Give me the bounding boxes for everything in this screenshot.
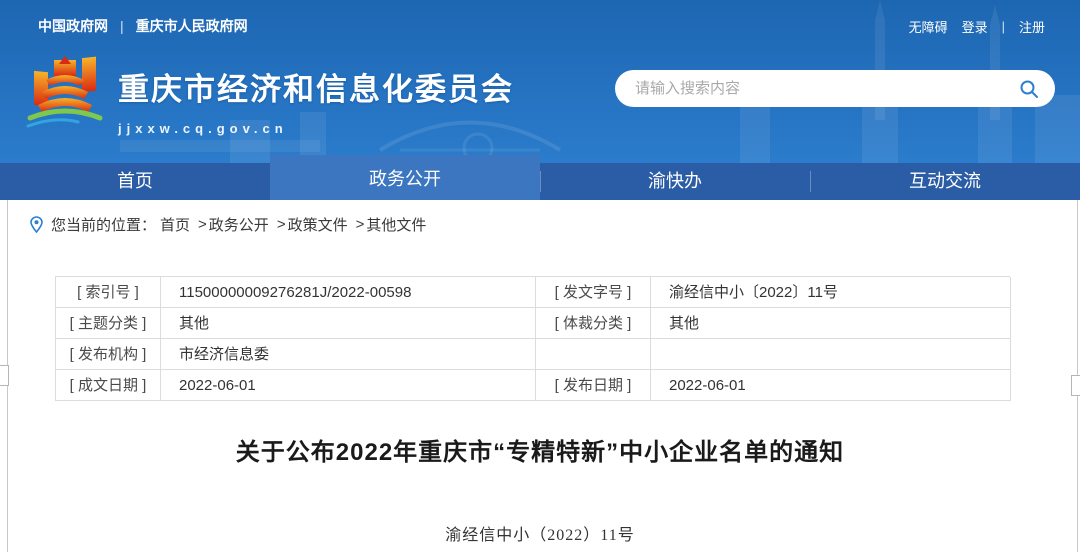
meta-value-issuing-agency: 市经济信息委 (161, 339, 536, 370)
gov-links: 中国政府网 | 重庆市人民政府网 (38, 16, 248, 36)
nav-tab-yukuaiban[interactable]: 渝快办 (540, 163, 810, 200)
breadcrumb-separator: > (198, 216, 207, 233)
meta-label-publish-date: [ 发布日期 ] (536, 370, 651, 401)
breadcrumb-separator: > (277, 216, 286, 233)
meta-value-empty (651, 339, 1011, 370)
main-nav: 首页 政务公开 渝快办 互动交流 (0, 163, 1080, 200)
document-meta-table: [ 索引号 ] 11500000009276281J/2022-00598 [ … (55, 276, 1010, 401)
meta-value-index-number: 11500000009276281J/2022-00598 (161, 277, 536, 308)
brand-text: 重庆市经济和信息化委员会 jjxxw.cq.gov.cn (118, 56, 514, 136)
article-doc-number: 渝经信中小（2022）11号 (0, 521, 1080, 545)
site-logo-icon (26, 56, 104, 138)
meta-label-genre-category: [ 体裁分类 ] (536, 308, 651, 339)
breadcrumb-item-policy-files[interactable]: 政策文件 (288, 214, 348, 235)
meta-label-doc-symbol: [ 发文字号 ] (536, 277, 651, 308)
meta-value-written-date: 2022-06-01 (161, 370, 536, 401)
accessibility-link[interactable]: 无障碍 (909, 17, 948, 36)
article-title: 关于公布2022年重庆市“专精特新”中小企业名单的通知 (0, 432, 1080, 467)
meta-value-topic-category: 其他 (161, 308, 536, 339)
search-icon[interactable] (1019, 79, 1039, 99)
page-content: 您当前的位置： 首页 > 政务公开 > 政策文件 > 其他文件 [ 索引号 ] … (0, 200, 1080, 552)
nav-tab-home[interactable]: 首页 (0, 163, 270, 200)
location-pin-icon (30, 216, 43, 233)
breadcrumb-item-home[interactable]: 首页 (160, 214, 190, 235)
meta-value-genre-category: 其他 (651, 308, 1011, 339)
site-title: 重庆市经济和信息化委员会 (118, 64, 514, 109)
meta-label-topic-category: [ 主题分类 ] (56, 308, 161, 339)
breadcrumb-prefix: 您当前的位置： (51, 214, 156, 235)
site-search (615, 70, 1055, 107)
site-header: 中国政府网 | 重庆市人民政府网 无障碍 登录 | 注册 (0, 0, 1080, 163)
topbar-divider: | (120, 18, 124, 34)
search-input[interactable] (635, 80, 1019, 97)
site-url: jjxxw.cq.gov.cn (118, 121, 514, 136)
right-edge-handle (1071, 375, 1080, 396)
breadcrumb-item-other-files[interactable]: 其他文件 (366, 214, 426, 235)
meta-label-written-date: [ 成文日期 ] (56, 370, 161, 401)
account-links: 无障碍 登录 | 注册 (909, 17, 1045, 36)
site-brand[interactable]: 重庆市经济和信息化委员会 jjxxw.cq.gov.cn (26, 56, 514, 138)
nav-tab-gov-disclosure[interactable]: 政务公开 (270, 155, 540, 200)
meta-value-publish-date: 2022-06-01 (651, 370, 1011, 401)
meta-value-doc-symbol: 渝经信中小〔2022〕11号 (651, 277, 1011, 308)
meta-label-empty (536, 339, 651, 370)
breadcrumb-separator: > (356, 216, 365, 233)
top-link-bar: 中国政府网 | 重庆市人民政府网 无障碍 登录 | 注册 (38, 16, 1045, 36)
meta-label-index-number: [ 索引号 ] (56, 277, 161, 308)
register-link[interactable]: 注册 (1019, 17, 1045, 36)
link-china-gov[interactable]: 中国政府网 (38, 16, 108, 36)
left-edge-handle (0, 365, 9, 386)
login-link[interactable]: 登录 (962, 17, 988, 36)
topbar-divider: | (1002, 19, 1005, 34)
breadcrumb: 您当前的位置： 首页 > 政务公开 > 政策文件 > 其他文件 (0, 200, 1080, 235)
nav-tab-interaction[interactable]: 互动交流 (810, 163, 1080, 200)
link-chongqing-gov[interactable]: 重庆市人民政府网 (136, 16, 248, 36)
meta-label-issuing-agency: [ 发布机构 ] (56, 339, 161, 370)
breadcrumb-item-gov-disclosure[interactable]: 政务公开 (209, 214, 269, 235)
